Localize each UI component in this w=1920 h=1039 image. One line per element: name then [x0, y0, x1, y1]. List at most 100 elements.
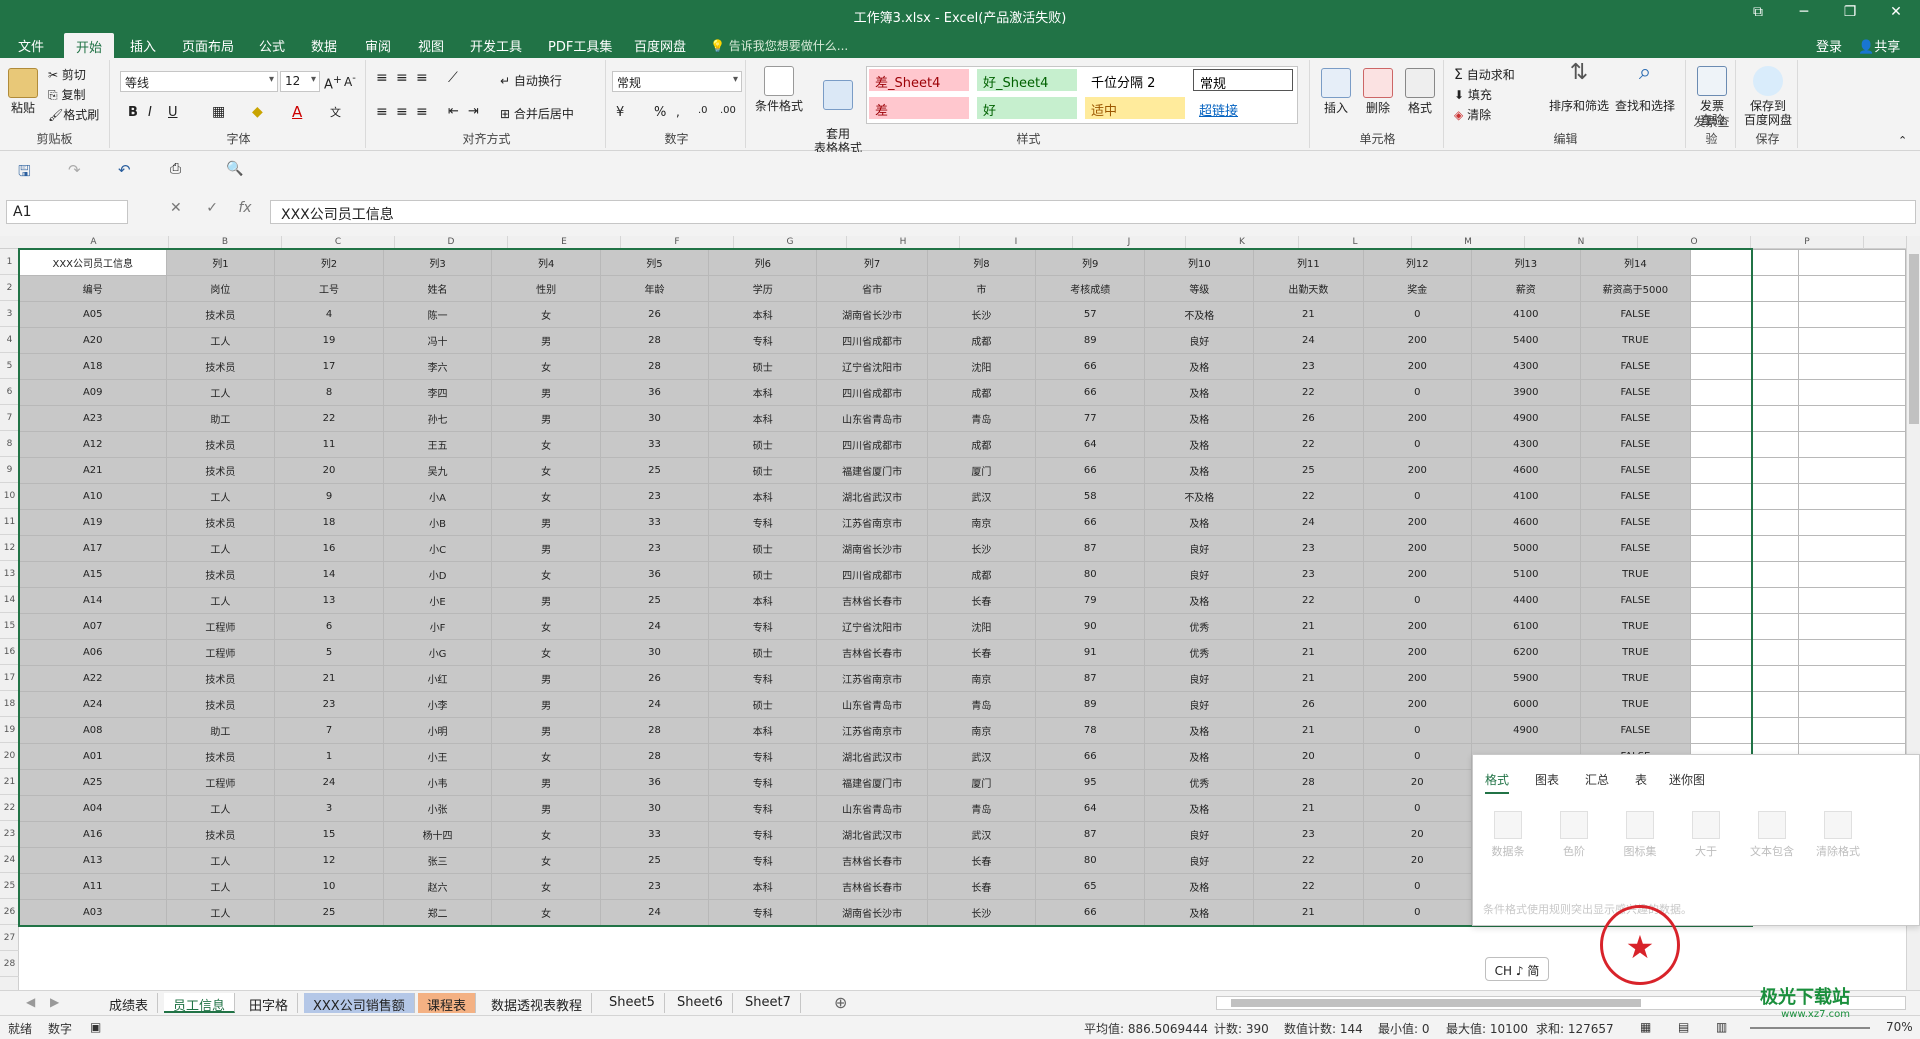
- cell[interactable]: 助工: [165, 405, 276, 432]
- cell[interactable]: 专科: [708, 795, 818, 822]
- check-icon[interactable]: ✓: [206, 200, 218, 216]
- qa-data-bars[interactable]: 数据条: [1477, 811, 1539, 859]
- cell[interactable]: 66: [1035, 353, 1146, 380]
- cell[interactable]: XXX公司员工信息: [19, 249, 167, 276]
- cell[interactable]: 工程师: [165, 769, 276, 796]
- cell[interactable]: 4600: [1471, 509, 1581, 536]
- cell[interactable]: 小G: [382, 639, 493, 666]
- cell[interactable]: 24: [599, 613, 710, 640]
- cell[interactable]: 列13: [1471, 249, 1581, 276]
- cell[interactable]: 20: [1362, 769, 1473, 796]
- cell[interactable]: 南京: [926, 665, 1037, 692]
- cell[interactable]: 小F: [382, 613, 493, 640]
- cell[interactable]: 女: [491, 431, 601, 458]
- font-color-icon[interactable]: A: [292, 103, 302, 121]
- cell[interactable]: [1690, 665, 1799, 692]
- cell[interactable]: 良好: [1144, 327, 1255, 354]
- cell[interactable]: A12: [19, 431, 167, 458]
- cell[interactable]: [1690, 327, 1799, 354]
- merge-center-button[interactable]: ⊞ 合并后居中: [500, 105, 574, 122]
- cell[interactable]: 山东省青岛市: [816, 405, 928, 432]
- cell[interactable]: 9: [274, 483, 384, 510]
- cell[interactable]: 14: [274, 561, 384, 588]
- ime-indicator[interactable]: CH ♪ 简: [1485, 957, 1549, 981]
- cell[interactable]: 等级: [1144, 275, 1255, 302]
- cell[interactable]: 工人: [165, 379, 276, 406]
- cell[interactable]: 23: [274, 691, 384, 718]
- cell[interactable]: 列5: [599, 249, 710, 276]
- cell[interactable]: 4: [274, 301, 384, 328]
- cell[interactable]: 年龄: [599, 275, 710, 302]
- cell[interactable]: 13: [274, 587, 384, 614]
- cell[interactable]: 6100: [1471, 613, 1581, 640]
- cell[interactable]: 79: [1035, 587, 1146, 614]
- cell[interactable]: 30: [599, 639, 710, 666]
- cell[interactable]: 技术员: [165, 665, 276, 692]
- redo-icon[interactable]: ↷: [68, 161, 81, 179]
- row-header[interactable]: 20: [0, 743, 19, 769]
- row-header[interactable]: 12: [0, 535, 19, 561]
- cell[interactable]: 0: [1362, 301, 1473, 328]
- cell[interactable]: FALSE: [1579, 353, 1692, 380]
- cell[interactable]: [1690, 561, 1799, 588]
- tab-review[interactable]: 审阅: [365, 36, 391, 55]
- cell[interactable]: 20: [1362, 847, 1473, 874]
- cell[interactable]: A05: [19, 301, 167, 328]
- cell[interactable]: 及格: [1144, 795, 1255, 822]
- zoom-level[interactable]: 70%: [1886, 1020, 1913, 1034]
- cut-button[interactable]: ✂ 剪切: [48, 66, 86, 83]
- cell[interactable]: 66: [1035, 743, 1146, 770]
- qa-clear-format[interactable]: 清除格式: [1807, 811, 1869, 859]
- sort-filter-button[interactable]: ⇅ 排序和筛选: [1546, 62, 1612, 114]
- cell[interactable]: 工人: [165, 327, 276, 354]
- column-header[interactable]: D: [395, 236, 508, 249]
- row-header[interactable]: 4: [0, 327, 19, 353]
- style-normal[interactable]: 常规: [1193, 69, 1293, 92]
- cell[interactable]: 良好: [1144, 535, 1255, 562]
- cell[interactable]: A14: [19, 587, 167, 614]
- cell[interactable]: 四川省成都市: [816, 327, 928, 354]
- cell[interactable]: 小韦: [382, 769, 493, 796]
- cell[interactable]: 技术员: [165, 509, 276, 536]
- cell[interactable]: FALSE: [1579, 535, 1692, 562]
- cell[interactable]: 22: [274, 405, 384, 432]
- cell[interactable]: 200: [1362, 405, 1473, 432]
- cell[interactable]: 及格: [1144, 873, 1255, 900]
- cell[interactable]: [1690, 249, 1799, 276]
- row-header[interactable]: 14: [0, 587, 19, 613]
- cell[interactable]: 4900: [1471, 405, 1581, 432]
- cell[interactable]: 33: [599, 431, 710, 458]
- ribbon-display-options-button[interactable]: ⧉: [1738, 4, 1778, 20]
- cell[interactable]: [1690, 717, 1799, 744]
- cell[interactable]: 男: [491, 509, 601, 536]
- cell[interactable]: 64: [1035, 795, 1146, 822]
- column-header[interactable]: P: [1751, 236, 1864, 249]
- cell[interactable]: 21: [1253, 899, 1364, 926]
- cell[interactable]: 女: [491, 639, 601, 666]
- cell[interactable]: 21: [1253, 639, 1364, 666]
- cell[interactable]: 吉林省长春市: [816, 847, 928, 874]
- cell[interactable]: 青岛: [926, 405, 1037, 432]
- align-bottom-icon[interactable]: ≡: [416, 70, 428, 86]
- cell[interactable]: 本科: [708, 483, 818, 510]
- cell[interactable]: 200: [1362, 613, 1473, 640]
- cell[interactable]: 列3: [382, 249, 493, 276]
- copy-button[interactable]: ⎘ 复制: [48, 86, 85, 103]
- decrease-decimal-icon[interactable]: .00: [720, 105, 736, 116]
- tab-developer[interactable]: 开发工具: [470, 36, 522, 55]
- cell[interactable]: 36: [599, 769, 710, 796]
- cell[interactable]: A08: [19, 717, 167, 744]
- cell[interactable]: FALSE: [1579, 717, 1692, 744]
- cell[interactable]: 南京: [926, 509, 1037, 536]
- cell[interactable]: FALSE: [1579, 457, 1692, 484]
- cell[interactable]: 女: [491, 743, 601, 770]
- cell[interactable]: 技术员: [165, 353, 276, 380]
- cell[interactable]: [1690, 275, 1799, 302]
- cell[interactable]: [1797, 535, 1906, 562]
- row-header[interactable]: 25: [0, 873, 19, 899]
- cell[interactable]: 80: [1035, 847, 1146, 874]
- phonetic-icon[interactable]: 文: [330, 104, 341, 120]
- sheet-tab[interactable]: Sheet5: [600, 993, 665, 1013]
- cell[interactable]: 87: [1035, 821, 1146, 848]
- cell[interactable]: A25: [19, 769, 167, 796]
